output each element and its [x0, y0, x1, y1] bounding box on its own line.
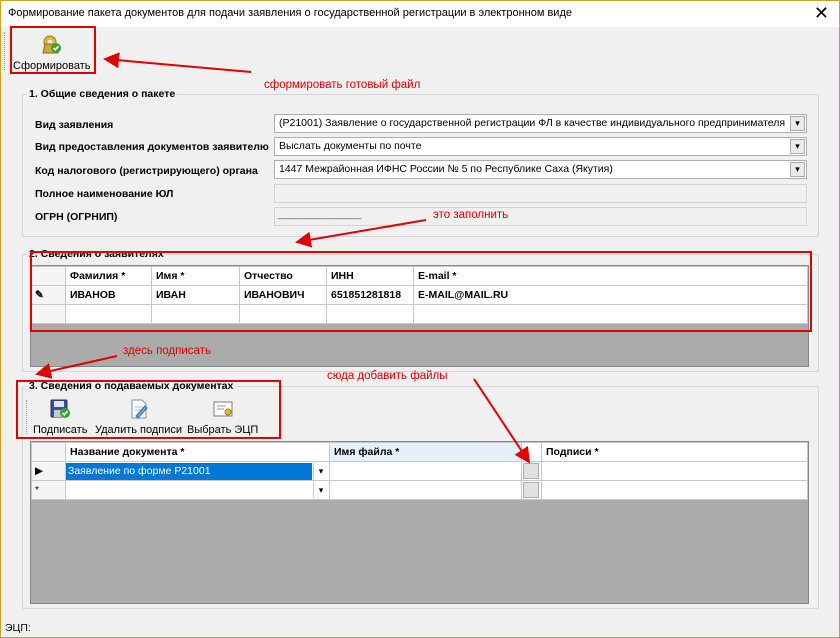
- window-title: Формирование пакета документов для подач…: [8, 7, 572, 19]
- ogrn-label: ОГРН (ОГРНИП): [35, 211, 118, 223]
- column-header-browse: [521, 442, 542, 462]
- chevron-down-icon[interactable]: ▾: [313, 482, 328, 498]
- chevron-down-icon[interactable]: ▾: [790, 139, 805, 154]
- annotation-box-sign: [16, 380, 281, 439]
- doc-name-combo-empty[interactable]: ▾: [65, 480, 330, 500]
- browse-file-button[interactable]: [521, 461, 542, 481]
- delivery-value: Выслать документы по почте: [279, 140, 422, 152]
- column-header-signatures[interactable]: Подписи *: [541, 442, 808, 462]
- application-type-select[interactable]: (P21001) Заявление о государственной рег…: [274, 114, 807, 133]
- title-bar: Формирование пакета документов для подач…: [1, 1, 839, 27]
- main-window: Формирование пакета документов для подач…: [0, 0, 840, 638]
- full-name-label: Полное наименование ЮЛ: [35, 188, 174, 200]
- cell-empty[interactable]: [541, 480, 808, 500]
- cell-empty[interactable]: [329, 480, 522, 500]
- doc-name-combo[interactable]: Заявление по форме Р21001 ▾: [65, 461, 330, 481]
- tax-code-select[interactable]: 1447 Межрайонная ИФНС России № 5 по Респ…: [274, 160, 807, 179]
- column-header-doc-name[interactable]: Название документа *: [65, 442, 330, 462]
- general-info-title: 1. Общие сведения о пакете: [27, 88, 178, 100]
- table-row[interactable]: ▶ Заявление по форме Р21001 ▾: [31, 461, 808, 481]
- close-icon[interactable]: ✕: [814, 3, 829, 23]
- doc-name-value: Заявление по форме Р21001: [66, 462, 312, 480]
- table-row-new[interactable]: * ▾: [31, 480, 808, 500]
- signature-status-label: ЭЦП:: [5, 622, 31, 634]
- documents-header-row: Название документа * Имя файла * Подписи…: [31, 442, 808, 462]
- annotation-sign-here: здесь подписать: [123, 345, 211, 357]
- chevron-down-icon[interactable]: ▾: [790, 162, 805, 177]
- cell-signatures[interactable]: [541, 461, 808, 481]
- chevron-down-icon[interactable]: ▾: [790, 116, 805, 131]
- column-header-file-name[interactable]: Имя файла *: [329, 442, 522, 462]
- browse-file-button[interactable]: [521, 480, 542, 500]
- cell-file-name[interactable]: [329, 461, 522, 481]
- application-type-label: Вид заявления: [35, 119, 114, 131]
- full-name-field[interactable]: [274, 184, 807, 203]
- ogrn-field[interactable]: _______________: [274, 207, 807, 226]
- application-type-value: (P21001) Заявление о государственной рег…: [279, 117, 786, 129]
- row-header-cell: [31, 442, 66, 462]
- annotation-fill-this: это заполнить: [433, 209, 509, 221]
- delivery-label: Вид предоставления документов заявителю: [35, 141, 269, 153]
- current-row-icon[interactable]: ▶: [31, 461, 66, 481]
- annotation-box-form: [10, 26, 96, 74]
- annotation-add-files: сюда добавить файлы: [327, 370, 448, 382]
- tax-code-label: Код налогового (регистрирующего) органа: [35, 165, 258, 177]
- documents-grid: Название документа * Имя файла * Подписи…: [30, 441, 809, 604]
- chevron-down-icon[interactable]: ▾: [313, 463, 328, 479]
- ogrn-mask: _______________: [278, 209, 362, 220]
- tax-code-value: 1447 Межрайонная ИФНС России № 5 по Респ…: [279, 163, 613, 175]
- new-row-icon[interactable]: *: [31, 480, 66, 500]
- toolbar-grip[interactable]: [4, 32, 6, 70]
- annotation-box-applicants: [30, 251, 812, 332]
- delivery-select[interactable]: Выслать документы по почте ▾: [274, 137, 807, 156]
- annotation-form-file: сформировать готовый файл: [264, 79, 421, 91]
